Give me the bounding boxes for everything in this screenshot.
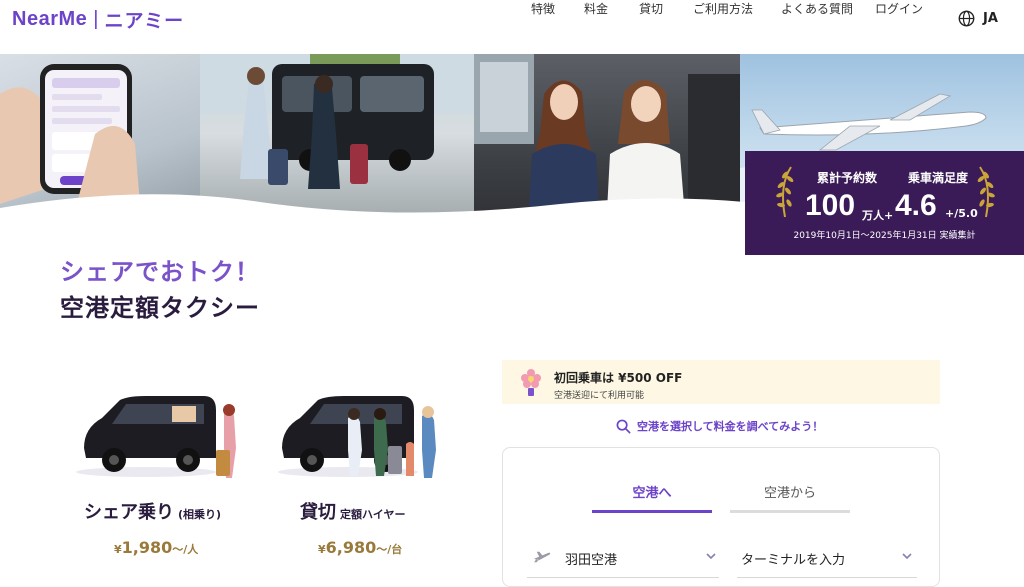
language-selector[interactable]: JA [958,10,998,27]
service-title-shared: シェア乗り (相乗り) [84,498,221,524]
language-label: JA [983,11,998,26]
booking-form: 空港へ 空港から 羽田空港 ターミナルを入力 [502,447,940,587]
price-currency: ¥ [318,543,326,556]
service-price-shared: ¥1,980〜/人 [114,538,198,557]
terminal-select[interactable]: ターミナルを入力 [737,546,917,578]
airport-select[interactable]: 羽田空港 [527,546,719,578]
stats-badge: 累計予約数 100 万人+ 乗車満足度 4.6 +/5.0 2019年10月1日… [745,151,1024,255]
logo-en: NearMe [12,7,88,30]
price-unit: 〜/人 [172,543,199,556]
promo-note: 空港送迎にて利用可能 [554,391,645,401]
service-title-charter: 貸切 定額ハイヤー [300,498,405,524]
nav-how-to-use[interactable]: ご利用方法 [693,0,753,17]
price-currency: ¥ [114,543,122,556]
nav-login[interactable]: ログイン [875,0,923,17]
search-fare-label: 空港を選択して料金を調べてみよう！ [637,420,824,433]
laurel-right-icon [977,166,995,218]
tab-from-airport[interactable]: 空港から [730,482,850,501]
service-name-shared: シェア乗り [84,502,174,523]
laurel-left-icon [776,166,794,218]
reservations-label: 累計予約数 [817,171,878,185]
nav-features[interactable]: 特徴 [531,0,555,17]
hero-tagline: シェアでおトク！ [60,258,260,286]
terminal-placeholder: ターミナルを入力 [741,553,846,568]
logo-separator: | [93,7,99,30]
site-header: NearMe | ニアミー 特徴 料金 貸切 ご利用方法 よくある質問 ログイン… [0,0,1024,54]
globe-icon [958,10,975,27]
tab-active-indicator [592,510,712,513]
service-price-charter: ¥6,980〜/台 [318,538,402,557]
service-subtitle-shared: (相乗り) [178,508,222,521]
search-fare-link[interactable]: 空港を選択して料金を調べてみよう！ [616,418,823,434]
reservations-unit: 万人+ [862,209,894,222]
logo-ja: ニアミー [104,10,185,32]
nav-faq[interactable]: よくある質問 [781,0,853,17]
nav-charter[interactable]: 貸切 [639,0,663,17]
airplane-icon [534,551,551,563]
satisfaction-label: 乗車満足度 [908,171,969,185]
price-unit: 〜/台 [376,543,403,556]
tab-inactive-indicator [730,510,850,513]
price-value: 6,980 [325,538,377,557]
charter-van-illustration [278,396,436,478]
chevron-down-icon [706,553,716,560]
service-name-charter: 貸切 [300,502,336,523]
airport-value: 羽田空港 [565,553,618,568]
stats-period: 2019年10月1日～2025年1月31日 実績集計 [793,231,976,241]
first-ride-promo: 初回乗車は ¥500 OFF 空港送迎にて利用可能 [502,360,940,404]
service-subtitle-charter: 定額ハイヤー [340,508,406,521]
tab-to-airport[interactable]: 空港へ [592,482,712,501]
price-value: 1,980 [121,538,173,557]
chevron-down-icon [902,553,912,560]
satisfaction-unit: +/5.0 [945,207,978,220]
brand-logo[interactable]: NearMe | ニアミー [12,6,184,32]
search-icon [616,419,631,433]
shared-van-illustration [76,396,236,478]
promo-title: 初回乗車は ¥500 OFF [554,371,683,385]
flower-icon [521,369,541,396]
reservations-value: 100 [805,189,856,222]
hero-headline: 空港定額タクシー [60,294,260,322]
satisfaction-value: 4.6 [895,189,937,222]
nav-pricing[interactable]: 料金 [584,0,608,17]
